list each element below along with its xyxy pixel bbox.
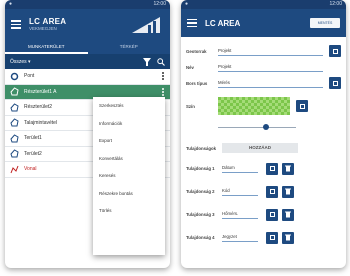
item-label: Terület1 — [24, 135, 42, 142]
palette-icon[interactable] — [296, 100, 308, 112]
status-bar: ● 12:00 — [181, 0, 346, 9]
attribute-input[interactable]: Hőmérs. — [222, 210, 258, 219]
item-label: Pont — [24, 73, 35, 80]
form-row: Bors típus Mérés — [181, 75, 346, 91]
attribute-row: Tulajdonság 2 Kód — [181, 180, 346, 203]
tab-map[interactable]: TÉRKÉP — [88, 40, 171, 54]
slider-track — [218, 127, 296, 128]
item-label: Vonal — [24, 166, 37, 173]
edit-icon[interactable] — [266, 185, 278, 198]
point-icon — [10, 72, 19, 81]
menu-item-info[interactable]: Információk — [93, 115, 165, 133]
trash-icon[interactable] — [282, 208, 294, 221]
color-row: Szín — [181, 91, 346, 121]
status-icons: ● — [185, 1, 189, 7]
filter-icon[interactable] — [143, 57, 151, 66]
app-bar: LC AREA VEKMEGJEN — [5, 9, 170, 40]
attribute-input[interactable]: Dátum — [222, 164, 258, 173]
line-icon — [10, 165, 19, 174]
color-swatch[interactable] — [218, 97, 290, 115]
area-icon — [10, 118, 19, 127]
app-bar: LC AREA MENTÉS — [181, 9, 346, 37]
attribute-row: Tulajdonság 3 Hőmérs. — [181, 203, 346, 226]
area-icon — [10, 103, 19, 112]
item-label: Részterület1 A — [24, 88, 57, 95]
app-title: LC AREA — [29, 16, 67, 26]
attributes-header: Tulajdonságok HOZZÁAD — [181, 139, 346, 157]
menu-item-export[interactable]: Export — [93, 132, 165, 150]
area-icon — [10, 134, 19, 143]
search-icon[interactable] — [157, 57, 165, 66]
status-bar: ● 12:00 — [5, 0, 170, 9]
filter-select-value: Összes — [10, 58, 27, 65]
edit-icon[interactable] — [266, 231, 278, 244]
context-menu: Szerkesztés Információk Export Konvertál… — [93, 97, 165, 255]
app-title: LC AREA — [205, 18, 241, 28]
app-subtitle: VEKMEGJEN — [29, 25, 57, 31]
attribute-input[interactable]: Jegyzet — [222, 233, 258, 242]
edit-icon[interactable] — [329, 45, 341, 57]
menu-item-convert[interactable]: Konvertálás — [93, 150, 165, 168]
tab-bar: MUNKATERÜLET TÉRKÉP — [5, 40, 170, 54]
trash-icon[interactable] — [282, 162, 294, 175]
more-icon[interactable] — [162, 87, 164, 97]
color-label: Szín — [186, 103, 195, 109]
form-row: Név Projekt — [181, 59, 346, 75]
more-icon[interactable] — [162, 72, 164, 81]
menu-item-search[interactable]: Keresés — [93, 167, 165, 185]
field-label: Név — [186, 64, 194, 70]
filter-select[interactable]: Összes ▾ — [10, 59, 143, 65]
item-label: Talajmintavétel — [24, 119, 58, 126]
trash-icon[interactable] — [282, 185, 294, 198]
menu-icon[interactable] — [187, 18, 197, 28]
slider-knob[interactable] — [262, 124, 269, 130]
edit-icon[interactable] — [266, 162, 278, 175]
menu-item-edit[interactable]: Szerkesztés — [93, 97, 165, 115]
item-label: Terület2 — [24, 150, 42, 157]
menu-item-delete[interactable]: Törlés — [93, 202, 165, 220]
add-attribute-button[interactable]: HOZZÁAD — [222, 143, 298, 153]
edit-icon[interactable] — [266, 208, 278, 221]
area-icon — [10, 149, 19, 158]
trash-icon[interactable] — [282, 231, 294, 244]
item-label: Részterület2 — [24, 104, 53, 111]
attribute-input[interactable]: Kód — [222, 187, 258, 196]
menu-icon[interactable] — [11, 20, 21, 29]
field-input[interactable]: Mérés — [218, 79, 323, 88]
edit-icon[interactable] — [329, 77, 341, 89]
status-time: 12:00 — [329, 1, 342, 7]
attribute-label: Tulajdonság 1 — [186, 166, 215, 171]
field-input[interactable]: Projekt — [218, 47, 323, 56]
save-button[interactable]: MENTÉS — [310, 18, 340, 28]
status-time: 12:00 — [153, 1, 166, 7]
field-input[interactable]: Projekt — [218, 63, 323, 72]
opacity-slider[interactable] — [218, 121, 296, 133]
phone-right: ● 12:00 LC AREA MENTÉS Geotorrak Projekt… — [181, 0, 346, 268]
attribute-row: Tulajdonság 1 Dátum — [181, 157, 346, 180]
phone-left: ● 12:00 LC AREA VEKMEGJEN MUNKATERÜLET T… — [5, 0, 170, 268]
field-label: Bors típus — [186, 80, 208, 86]
form-row: Geotorrak Projekt — [181, 43, 346, 59]
tab-workspace[interactable]: MUNKATERÜLET — [5, 40, 88, 54]
field-label: Geotorrak — [186, 48, 207, 54]
signal-logo-icon — [132, 17, 160, 33]
attributes-label: Tulajdonságok — [186, 145, 217, 151]
attribute-label: Tulajdonság 4 — [186, 235, 215, 240]
list-item[interactable]: Pont — [5, 69, 170, 85]
attribute-label: Tulajdonság 3 — [186, 212, 215, 217]
status-icons: ● — [9, 1, 13, 7]
filter-bar: Összes ▾ — [5, 54, 170, 69]
area-icon — [10, 87, 19, 96]
attribute-label: Tulajdonság 2 — [186, 189, 215, 194]
attribute-row: Tulajdonság 4 Jegyzet — [181, 226, 346, 249]
menu-item-split[interactable]: Részekre bontás — [93, 185, 165, 203]
